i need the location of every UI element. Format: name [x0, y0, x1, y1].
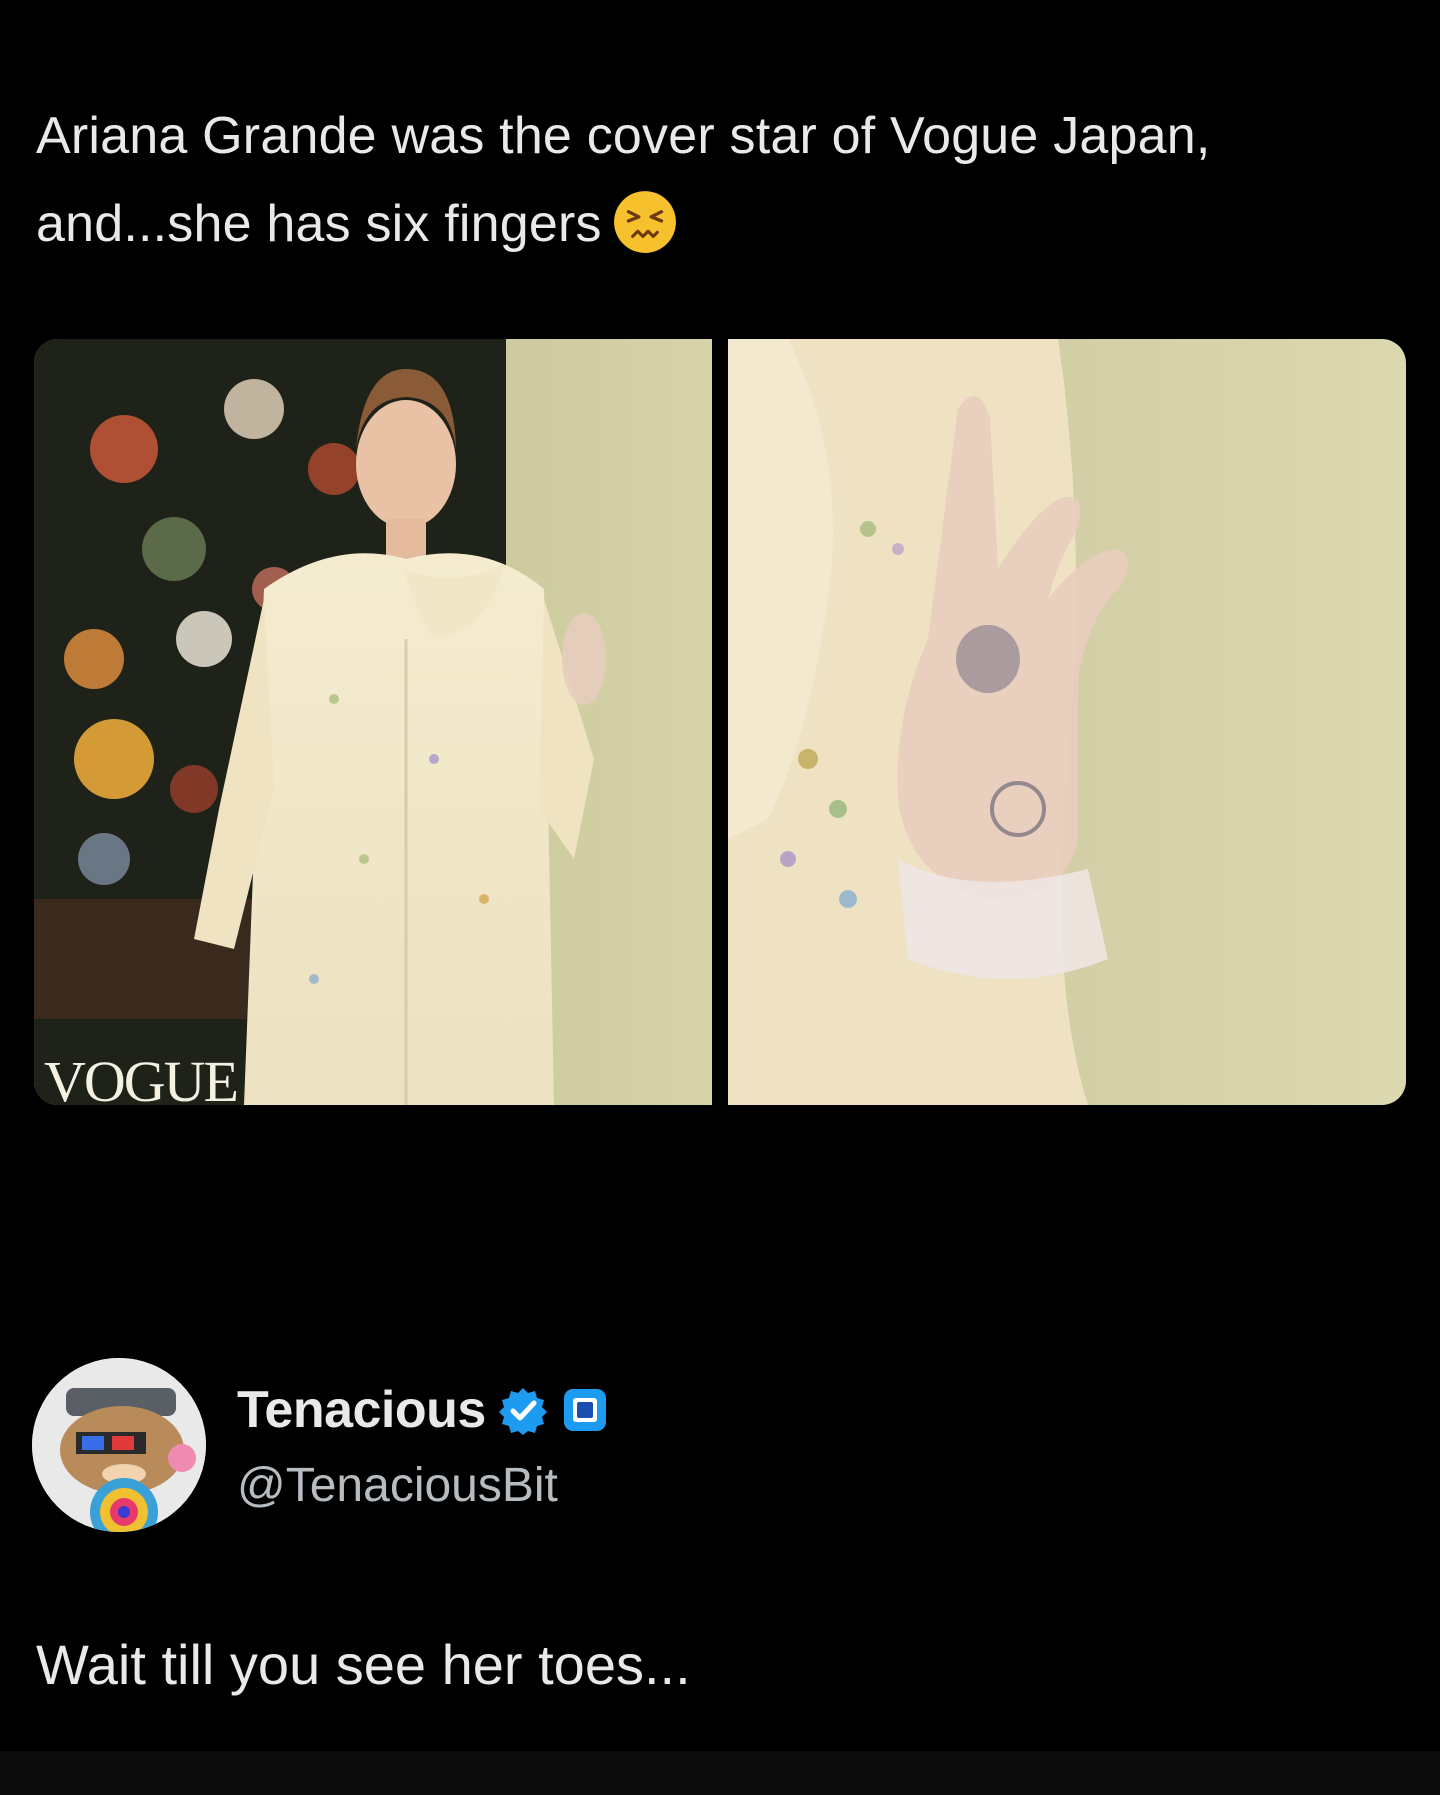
confounded-face-emoji-icon [613, 191, 676, 253]
magazine-cover-photo[interactable]: VOGUE [34, 339, 712, 1105]
avatar[interactable] [32, 1358, 206, 1532]
handle[interactable]: @TenaciousBit [237, 1458, 558, 1513]
reply-author[interactable]: Tenacious @TenaciousBit [32, 1358, 932, 1532]
post-text-line-1: Ariana Grande was the cover star of Vogu… [36, 107, 1211, 165]
verified-badge-icon[interactable] [498, 1385, 548, 1435]
post-text-line-2: and...she has six fingers [36, 180, 1406, 268]
reply-text: Wait till you see her toes... [36, 1633, 691, 1696]
svg-text:VOGUE: VOGUE [44, 1049, 237, 1105]
bottom-bar [0, 1751, 1440, 1795]
hand-closeup-photo[interactable] [728, 339, 1406, 1105]
display-name[interactable]: Tenacious [237, 1380, 486, 1440]
post-text-line-2-text: and...she has six fingers [36, 195, 602, 253]
display-name-row: Tenacious [237, 1380, 610, 1440]
affiliate-badge-icon[interactable] [560, 1385, 610, 1435]
media-gallery[interactable]: VOGUE [34, 339, 1406, 1105]
post-text: Ariana Grande was the cover star of Vogu… [36, 92, 1406, 268]
